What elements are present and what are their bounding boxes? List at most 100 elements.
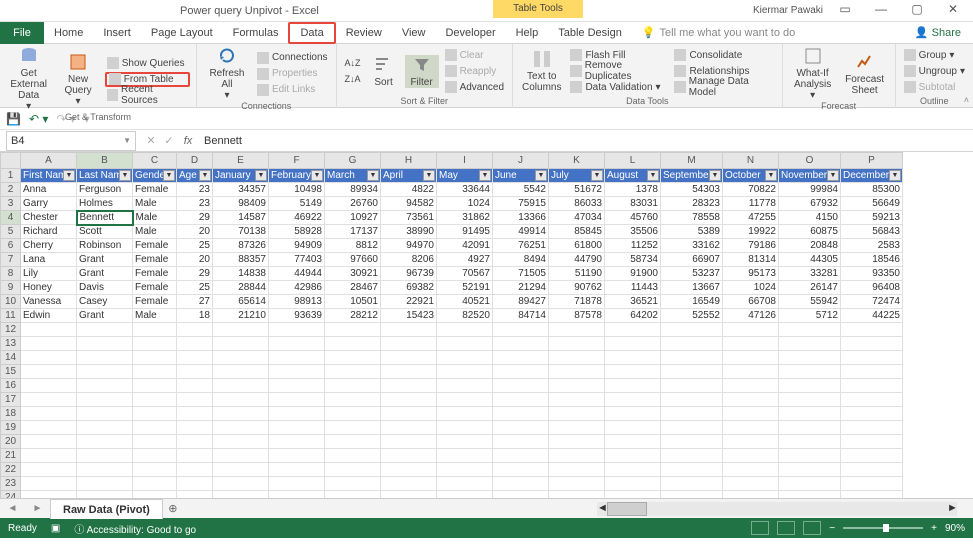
cell[interactable]: 4927 — [437, 253, 493, 267]
row-header-2[interactable]: 2 — [1, 183, 21, 197]
cell[interactable]: 5389 — [661, 225, 723, 239]
cell[interactable] — [661, 365, 723, 379]
zoom-level[interactable]: 90% — [945, 523, 965, 534]
cell[interactable] — [779, 365, 841, 379]
cell[interactable] — [381, 393, 437, 407]
cell[interactable] — [723, 477, 779, 491]
cell[interactable] — [437, 379, 493, 393]
forecast-sheet-button[interactable]: Forecast Sheet — [841, 52, 889, 96]
cell[interactable] — [549, 491, 605, 499]
cell[interactable]: Female — [133, 183, 177, 197]
cell[interactable] — [269, 393, 325, 407]
cell[interactable]: 56843 — [841, 225, 903, 239]
cell[interactable] — [841, 323, 903, 337]
cell[interactable]: 31862 — [437, 211, 493, 225]
cell[interactable] — [437, 407, 493, 421]
cell[interactable]: 89427 — [493, 295, 549, 309]
new-query-button[interactable]: New Query ▾ — [55, 52, 100, 107]
cell[interactable] — [437, 337, 493, 351]
zoom-in-icon[interactable]: + — [931, 523, 937, 534]
cell[interactable]: Davis — [77, 281, 133, 295]
sort-button[interactable]: Sort — [367, 55, 401, 88]
cell[interactable] — [493, 435, 549, 449]
group-button[interactable]: Group ▾ — [902, 48, 967, 63]
cell[interactable]: Male — [133, 309, 177, 323]
cell[interactable] — [493, 365, 549, 379]
cell[interactable] — [493, 407, 549, 421]
row-header-4[interactable]: 4 — [1, 211, 21, 225]
cell[interactable] — [723, 463, 779, 477]
cell[interactable] — [77, 435, 133, 449]
cell[interactable]: 5542 — [493, 183, 549, 197]
cell[interactable]: 33162 — [661, 239, 723, 253]
cell[interactable] — [325, 463, 381, 477]
cell[interactable] — [213, 477, 269, 491]
cell[interactable]: 21294 — [493, 281, 549, 295]
tab-page-layout[interactable]: Page Layout — [141, 22, 223, 44]
cell[interactable]: 20 — [177, 253, 213, 267]
cell[interactable] — [605, 351, 661, 365]
cell[interactable] — [841, 351, 903, 365]
cell[interactable] — [21, 337, 77, 351]
column-header-D[interactable]: D — [177, 153, 213, 169]
cell[interactable]: Cherry — [21, 239, 77, 253]
cell[interactable]: Male — [133, 211, 177, 225]
cell[interactable] — [381, 421, 437, 435]
cell[interactable]: 20848 — [779, 239, 841, 253]
cell[interactable] — [549, 435, 605, 449]
manage-data-model-button[interactable]: Manage Data Model — [672, 80, 775, 95]
cell[interactable] — [661, 407, 723, 421]
column-header-F[interactable]: F — [269, 153, 325, 169]
sheet-tab-raw-data[interactable]: Raw Data (Pivot) — [50, 499, 163, 519]
cell[interactable] — [325, 365, 381, 379]
cell[interactable]: 18546 — [841, 253, 903, 267]
cell[interactable] — [77, 449, 133, 463]
cell[interactable] — [213, 379, 269, 393]
cell[interactable] — [133, 449, 177, 463]
cell[interactable] — [493, 379, 549, 393]
cell[interactable]: 23 — [177, 183, 213, 197]
cell[interactable] — [325, 337, 381, 351]
cell[interactable] — [177, 435, 213, 449]
cell[interactable]: Ferguson — [77, 183, 133, 197]
row-header-8[interactable]: 8 — [1, 267, 21, 281]
row-header-7[interactable]: 7 — [1, 253, 21, 267]
cell[interactable]: 94582 — [381, 197, 437, 211]
cell[interactable]: Vanessa — [21, 295, 77, 309]
cell[interactable]: 67932 — [779, 197, 841, 211]
cell[interactable]: 86033 — [549, 197, 605, 211]
row-header-9[interactable]: 9 — [1, 281, 21, 295]
row-header-24[interactable]: 24 — [1, 491, 21, 499]
cell[interactable]: 20 — [177, 225, 213, 239]
cell[interactable] — [437, 351, 493, 365]
select-all-cell[interactable] — [1, 153, 21, 169]
share-button[interactable]: 👤 Share — [915, 26, 961, 39]
cell[interactable]: 94909 — [269, 239, 325, 253]
cell[interactable] — [605, 477, 661, 491]
table-header-cell[interactable]: July▼ — [549, 169, 605, 183]
cell[interactable] — [549, 323, 605, 337]
cell[interactable] — [437, 393, 493, 407]
cell[interactable] — [133, 435, 177, 449]
cell[interactable]: 47255 — [723, 211, 779, 225]
cell[interactable]: 66907 — [661, 253, 723, 267]
column-header-M[interactable]: M — [661, 153, 723, 169]
filter-dropdown-icon[interactable]: ▼ — [311, 170, 323, 181]
cell[interactable] — [841, 435, 903, 449]
advanced-filter-button[interactable]: Advanced — [443, 80, 506, 95]
cell[interactable]: 85845 — [549, 225, 605, 239]
new-sheet-button[interactable]: ⊕ — [163, 502, 183, 515]
cell[interactable]: 75915 — [493, 197, 549, 211]
table-header-cell[interactable]: September▼ — [661, 169, 723, 183]
cell[interactable] — [779, 463, 841, 477]
cell[interactable] — [21, 393, 77, 407]
filter-dropdown-icon[interactable]: ▼ — [591, 170, 603, 181]
cell[interactable] — [269, 407, 325, 421]
cell[interactable] — [493, 393, 549, 407]
cell[interactable]: Lily — [21, 267, 77, 281]
table-header-cell[interactable]: December▼ — [841, 169, 903, 183]
cell[interactable]: 33281 — [779, 267, 841, 281]
cell[interactable]: 90762 — [549, 281, 605, 295]
cell[interactable] — [177, 323, 213, 337]
cell[interactable] — [779, 337, 841, 351]
